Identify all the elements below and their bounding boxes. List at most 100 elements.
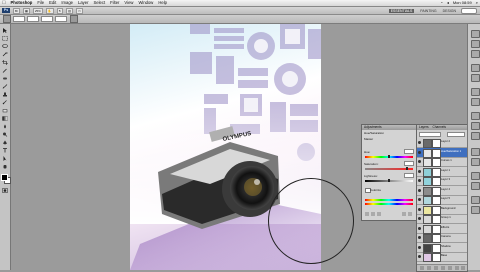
back-arrow-icon[interactable] (365, 212, 369, 216)
dock-notes-icon[interactable] (471, 196, 480, 204)
eraser-tool-icon[interactable] (2, 108, 8, 113)
dock-character-icon[interactable] (471, 112, 480, 120)
move-tool-icon[interactable] (2, 28, 8, 33)
eye-visibility-icon[interactable] (418, 141, 421, 144)
eye-visibility-icon[interactable] (418, 150, 421, 154)
dock-actions-icon[interactable] (471, 74, 480, 82)
hand-tool-button[interactable]: ✋ (45, 7, 54, 14)
hue-value-field[interactable] (404, 149, 414, 154)
dock-paths-icon[interactable] (471, 182, 480, 190)
dock-histogram-icon[interactable] (471, 158, 480, 166)
layer-row[interactable]: Effects (417, 224, 467, 234)
path-selection-tool-icon[interactable] (2, 156, 8, 161)
foreground-color-swatch[interactable] (1, 174, 8, 181)
quick-mask-icon[interactable] (2, 188, 8, 193)
launch-bridge-button[interactable]: Br (13, 7, 20, 14)
brush-tool-icon[interactable] (2, 84, 8, 89)
apple-menu-icon[interactable]:  (2, 0, 8, 6)
search-field[interactable] (461, 7, 477, 14)
layer-mask-thumbnail[interactable] (432, 253, 441, 262)
clone-stamp-tool-icon[interactable] (2, 92, 8, 97)
fx-icon[interactable] (427, 266, 431, 270)
eye-visibility-icon[interactable] (418, 226, 421, 230)
gradient-tool-icon[interactable] (2, 116, 8, 121)
eye-visibility-icon[interactable] (418, 207, 421, 211)
dock-swatches-icon[interactable] (471, 40, 480, 48)
dock-clone-source-icon[interactable] (471, 98, 480, 106)
menu-layer[interactable]: Layer (78, 0, 88, 6)
blend-mode-select[interactable] (419, 132, 441, 137)
adjustment-layer-icon[interactable] (441, 266, 445, 270)
dock-navigator-icon[interactable] (471, 148, 480, 156)
current-tool-icon[interactable] (3, 15, 11, 23)
menu-help[interactable]: Help (158, 0, 167, 6)
visibility-toggle-icon[interactable] (377, 212, 381, 216)
arrange-documents-button[interactable]: ▥ (66, 7, 73, 14)
layer-row[interactable]: Layer 2 (417, 138, 467, 148)
layer-row[interactable]: Layer 4 (417, 186, 467, 196)
spotlight-icon[interactable]: ⌕ (476, 0, 478, 6)
layer-row[interactable]: Group 1 (417, 214, 467, 224)
healing-brush-tool-icon[interactable] (2, 76, 8, 81)
view-extras-button[interactable]: ▦ (23, 7, 30, 14)
dock-masks-icon[interactable] (471, 172, 480, 180)
clip-layer-icon[interactable] (371, 212, 375, 216)
eye-visibility-icon[interactable] (418, 245, 421, 249)
eye-visibility-icon[interactable] (418, 160, 421, 163)
layer-row[interactable]: Curves 1 (417, 157, 467, 167)
saturation-value-field[interactable] (404, 161, 414, 166)
trash-icon[interactable] (408, 212, 412, 216)
tab-layers[interactable]: Layers (419, 125, 429, 129)
link-layers-icon[interactable] (420, 266, 424, 270)
blur-tool-icon[interactable] (2, 124, 8, 129)
lightness-value-field[interactable] (404, 173, 414, 178)
layers-panel[interactable]: Layers Channels Layer 2 Hue/Saturation 1 C… (416, 124, 468, 272)
reset-icon[interactable] (402, 212, 406, 216)
eye-visibility-icon[interactable] (418, 198, 421, 201)
layer-row[interactable]: Layer 1 (417, 167, 467, 177)
quick-selection-tool-icon[interactable] (2, 52, 8, 57)
menu-edit[interactable]: Edit (49, 0, 56, 6)
menu-clock[interactable]: Mon 08:59 (453, 0, 472, 6)
lightness-slider[interactable] (365, 179, 413, 182)
add-mask-icon[interactable] (434, 266, 438, 270)
eye-visibility-icon[interactable] (418, 217, 421, 220)
menu-select[interactable]: Select (93, 0, 105, 6)
menu-view[interactable]: View (124, 0, 133, 6)
adjustments-panel-title[interactable]: Adjustments (362, 125, 417, 130)
history-brush-tool-icon[interactable] (2, 100, 8, 105)
dock-history-icon[interactable] (471, 64, 480, 72)
dock-paragraph-icon[interactable] (471, 122, 480, 130)
menu-window[interactable]: Window (138, 0, 153, 6)
workspace-painting[interactable]: PAINTING (420, 9, 436, 13)
airbrush-toggle[interactable] (70, 15, 78, 23)
layer-row[interactable]: Layer 5 (417, 195, 467, 205)
layer-row[interactable]: Camera (417, 233, 467, 243)
saturation-slider[interactable] (365, 167, 413, 170)
dock-3d-icon[interactable] (471, 206, 480, 214)
eye-visibility-icon[interactable] (418, 179, 421, 182)
dock-info-icon[interactable] (471, 132, 480, 140)
tab-channels[interactable]: Channels (432, 125, 445, 129)
menu-filter[interactable]: Filter (110, 0, 119, 6)
opacity-field[interactable] (41, 16, 53, 22)
brush-preset-picker[interactable] (13, 16, 25, 22)
workspace-essentials[interactable]: ESSENTIALS (388, 8, 415, 13)
eye-visibility-icon[interactable] (418, 255, 421, 258)
delete-layer-icon[interactable] (461, 266, 465, 270)
volume-icon[interactable]: ◂ (447, 0, 449, 6)
dock-styles-icon[interactable] (471, 50, 480, 58)
layer-row[interactable]: Shadow (417, 243, 467, 253)
pen-tool-icon[interactable] (2, 140, 8, 145)
layer-row[interactable]: Background (417, 205, 467, 215)
crop-tool-icon[interactable] (2, 60, 8, 65)
eye-visibility-icon[interactable] (418, 236, 421, 239)
menu-file[interactable]: File (37, 0, 44, 6)
layers-panel-tabs[interactable]: Layers Channels (417, 125, 467, 130)
lasso-tool-icon[interactable] (2, 44, 8, 49)
menu-app-name[interactable]: Photoshop (11, 0, 33, 6)
hand-tool-icon[interactable] (2, 164, 8, 169)
screen-mode-button[interactable]: ▭ (75, 7, 83, 14)
rotate-view-button[interactable]: ↻ (56, 7, 64, 14)
layer-row[interactable]: Hue/Saturation 1 (417, 147, 467, 158)
